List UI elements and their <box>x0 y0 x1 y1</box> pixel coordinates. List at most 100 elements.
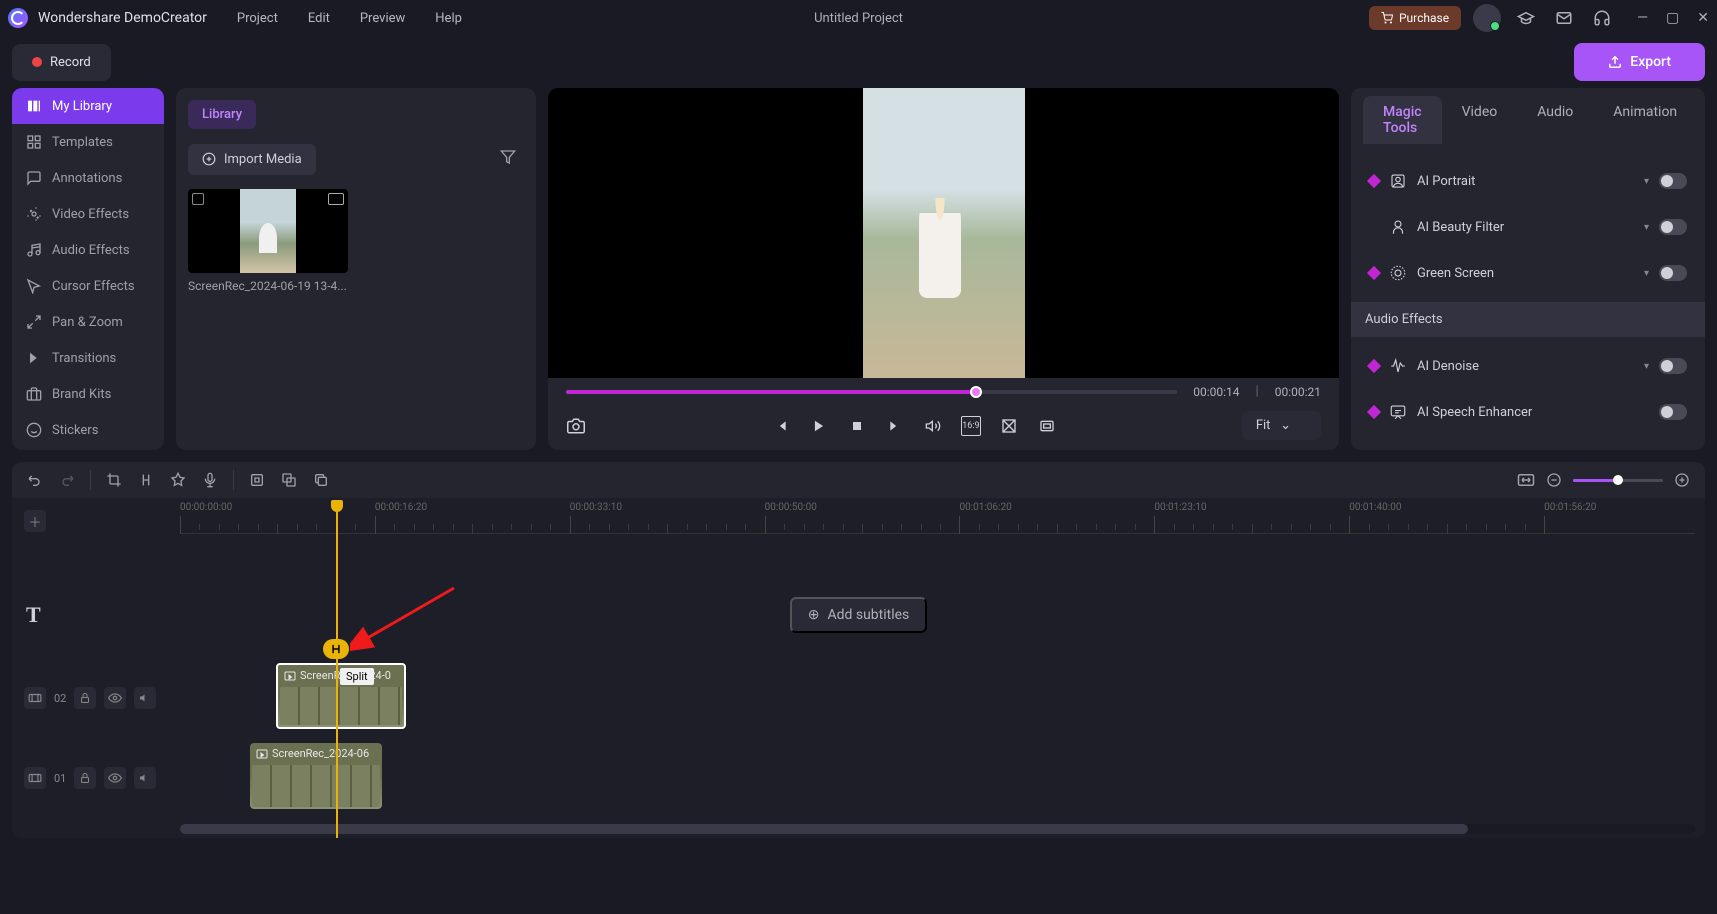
split-button[interactable] <box>137 471 155 489</box>
sidebar-item-transitions[interactable]: Transitions <box>12 340 164 376</box>
progress-bar[interactable] <box>566 390 1177 394</box>
toggle-ai-beauty[interactable] <box>1659 219 1687 235</box>
visibility-button[interactable] <box>104 687 126 709</box>
tab-video[interactable]: Video <box>1442 96 1518 144</box>
fit-select[interactable]: Fit ⌄ <box>1242 411 1321 440</box>
support-icon[interactable] <box>1589 5 1615 31</box>
close-button[interactable]: ✕ <box>1697 10 1709 26</box>
mute-button[interactable] <box>134 687 156 709</box>
sidebar-item-templates[interactable]: Templates <box>12 124 164 160</box>
playhead[interactable] <box>336 500 338 838</box>
sidebar-item-annotations[interactable]: Annotations <box>12 160 164 196</box>
zoom-in-button[interactable] <box>1673 471 1691 489</box>
menu-edit[interactable]: Edit <box>308 11 330 26</box>
menu-preview[interactable]: Preview <box>360 11 405 26</box>
prop-ai-speech[interactable]: AI Speech Enhancer <box>1365 389 1691 435</box>
progress-thumb[interactable] <box>970 386 982 398</box>
snapshot-button[interactable] <box>566 416 586 436</box>
clip-track-01[interactable]: ScreenRec_2024-06 <box>250 743 382 809</box>
diamond-icon <box>1367 174 1381 188</box>
audio-effects-header: Audio Effects <box>1351 302 1705 337</box>
undo-button[interactable] <box>26 471 44 489</box>
zoom-out-button[interactable] <box>1545 471 1563 489</box>
preview-viewport[interactable] <box>548 88 1339 378</box>
horizontal-scrollbar[interactable] <box>180 824 1695 834</box>
stop-button[interactable] <box>847 416 867 436</box>
timeline-ruler[interactable]: 00:00:00:0000:00:16:2000:00:33:1000:00:5… <box>180 502 1695 534</box>
tab-magic-tools[interactable]: Magic Tools <box>1363 96 1442 144</box>
prop-ai-portrait[interactable]: AI Portrait ▾ <box>1365 158 1691 204</box>
diamond-icon <box>1367 405 1381 419</box>
volume-button[interactable] <box>923 416 943 436</box>
sidebar-item-pan-zoom[interactable]: Pan & Zoom <box>12 304 164 340</box>
next-frame-button[interactable] <box>885 416 905 436</box>
timeline[interactable]: ＋ 00:00:00:0000:00:16:2000:00:33:1000:00… <box>12 498 1705 838</box>
arrow-annotation <box>350 582 460 652</box>
prop-ai-denoise[interactable]: AI Denoise ▾ <box>1365 343 1691 389</box>
tab-animation[interactable]: Animation <box>1593 96 1697 144</box>
play-button[interactable] <box>809 416 829 436</box>
toggle-green-screen[interactable] <box>1659 265 1687 281</box>
chevron-down-icon: ▾ <box>1644 361 1649 372</box>
library-icon <box>26 98 42 114</box>
visibility-button[interactable] <box>104 767 126 789</box>
media-checkbox[interactable] <box>192 193 204 205</box>
library-tab[interactable]: Library <box>188 100 256 129</box>
record-button[interactable]: Record <box>12 44 111 81</box>
media-thumbnail[interactable] <box>188 189 348 273</box>
fullscreen-button[interactable] <box>1037 416 1057 436</box>
redo-button[interactable] <box>58 471 76 489</box>
sidebar-item-cursor-effects[interactable]: Cursor Effects <box>12 268 164 304</box>
menu-help[interactable]: Help <box>435 11 462 26</box>
add-track-button[interactable]: ＋ <box>24 510 46 532</box>
prev-frame-button[interactable] <box>771 416 791 436</box>
add-subtitles-button[interactable]: ⊕ Add subtitles <box>790 597 928 633</box>
user-avatar[interactable] <box>1473 4 1501 32</box>
toggle-ai-portrait[interactable] <box>1659 173 1687 189</box>
zoom-slider[interactable] <box>1573 479 1663 482</box>
plus-icon: ⊕ <box>808 607 820 623</box>
multi-button[interactable] <box>280 471 298 489</box>
safe-zone-button[interactable] <box>999 416 1019 436</box>
aspect-ratio-button[interactable]: 16:9 <box>961 416 981 436</box>
track-02-header: 02 <box>12 663 170 733</box>
sidebar-item-stickers[interactable]: Stickers <box>12 412 164 448</box>
maximize-button[interactable]: ▢ <box>1666 10 1679 26</box>
lock-button[interactable] <box>74 767 96 789</box>
voiceover-button[interactable] <box>201 471 219 489</box>
marker-button[interactable] <box>169 471 187 489</box>
video-effects-icon <box>26 206 42 222</box>
split-marker[interactable] <box>323 639 349 659</box>
mute-button[interactable] <box>134 767 156 789</box>
filter-icon[interactable] <box>492 141 524 177</box>
prop-ai-beauty[interactable]: AI Beauty Filter ▾ <box>1365 204 1691 250</box>
library-panel: Library Import Media ScreenRec_2024-06-1… <box>176 88 536 450</box>
tab-audio[interactable]: Audio <box>1517 96 1593 144</box>
sidebar-item-video-effects[interactable]: Video Effects <box>12 196 164 232</box>
toggle-ai-denoise[interactable] <box>1659 358 1687 374</box>
media-item[interactable]: ScreenRec_2024-06-19 13-4... <box>188 189 348 299</box>
menu-project[interactable]: Project <box>237 11 278 26</box>
group-button[interactable] <box>248 471 266 489</box>
duplicate-button[interactable] <box>312 471 330 489</box>
sidebar-item-label: Brand Kits <box>52 387 111 402</box>
sidebar-item-label: Transitions <box>52 351 116 366</box>
fit-timeline-button[interactable] <box>1517 471 1535 489</box>
chevron-down-icon: ▾ <box>1644 268 1649 279</box>
import-media-button[interactable]: Import Media <box>188 144 316 175</box>
crop-button[interactable] <box>105 471 123 489</box>
export-button[interactable]: Export <box>1574 43 1705 81</box>
category-sidebar: My Library Templates Annotations Video E… <box>12 88 164 450</box>
lock-button[interactable] <box>74 687 96 709</box>
toggle-ai-speech[interactable] <box>1659 404 1687 420</box>
sidebar-item-audio-effects[interactable]: Audio Effects <box>12 232 164 268</box>
prop-green-screen[interactable]: Green Screen ▾ <box>1365 250 1691 296</box>
sidebar-item-my-library[interactable]: My Library <box>12 88 164 124</box>
minimize-button[interactable]: — <box>1637 10 1648 26</box>
inbox-icon[interactable] <box>1551 5 1577 31</box>
timeline-toolbar <box>12 462 1705 498</box>
purchase-button[interactable]: Purchase <box>1369 6 1461 30</box>
sidebar-item-brand-kits[interactable]: Brand Kits <box>12 376 164 412</box>
academy-icon[interactable] <box>1513 5 1539 31</box>
track-01-header: 01 <box>12 743 170 813</box>
